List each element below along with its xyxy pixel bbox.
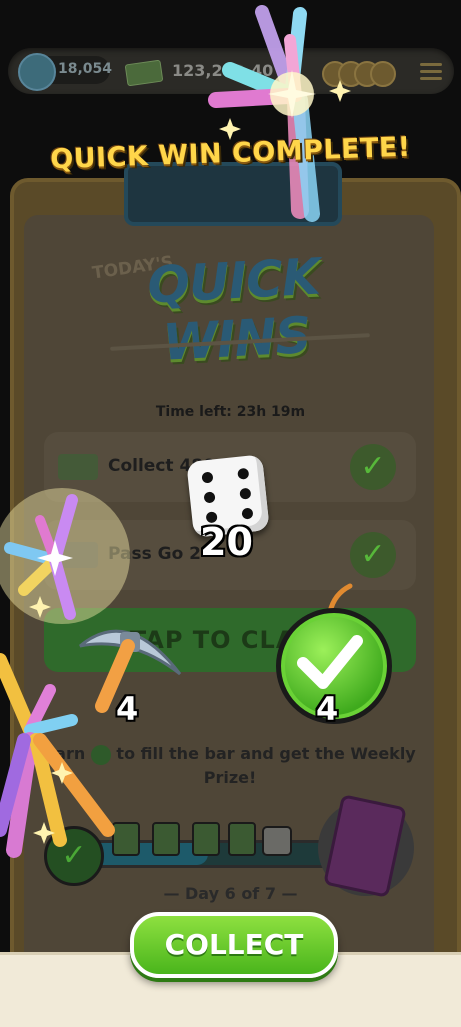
- firework-top-icon: [208, 5, 351, 222]
- dice-reward-count: 20: [200, 520, 253, 564]
- collect-button[interactable]: COLLECT: [130, 912, 338, 978]
- firework-left-icon: [0, 488, 130, 624]
- pickaxe-reward-count: 4: [116, 690, 139, 728]
- check-reward-count: 4: [316, 690, 339, 728]
